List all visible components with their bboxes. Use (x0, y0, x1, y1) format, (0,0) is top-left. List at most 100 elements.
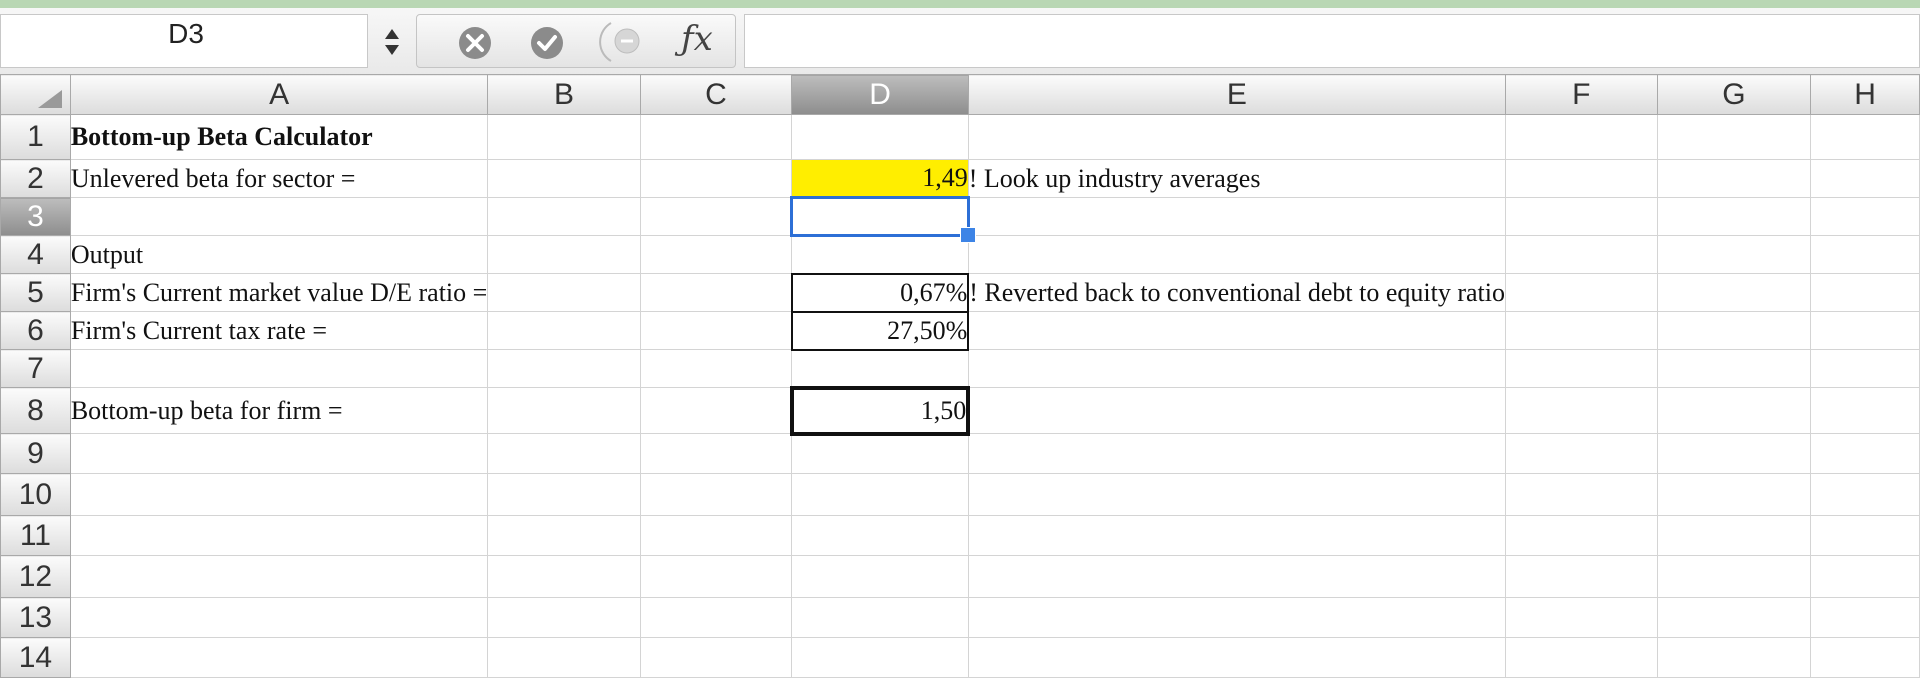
cell-g11[interactable] (1656, 515, 1812, 556)
cell-a13[interactable] (69, 597, 489, 638)
cell-f7[interactable] (1504, 349, 1658, 388)
cell-d4[interactable] (791, 235, 969, 274)
cell-e6[interactable] (967, 311, 1506, 350)
stepper-icon[interactable] (370, 16, 414, 68)
cell-c12[interactable] (639, 555, 793, 598)
cell-g9[interactable] (1656, 433, 1812, 474)
cell-f9[interactable] (1504, 433, 1658, 474)
cell-b13[interactable] (487, 597, 641, 638)
cell-e13[interactable] (967, 597, 1506, 638)
cell-c2[interactable] (639, 159, 793, 198)
row-header[interactable]: 10 (0, 473, 71, 516)
cell-b14[interactable] (487, 637, 641, 678)
cell-h4[interactable] (1810, 235, 1920, 274)
cell-h5[interactable] (1810, 273, 1920, 312)
select-all-corner[interactable] (0, 74, 71, 115)
cell-d10[interactable] (791, 473, 969, 516)
row-header[interactable]: 3 (0, 197, 71, 236)
cell-g13[interactable] (1656, 597, 1812, 638)
cell-e14[interactable] (967, 637, 1506, 678)
cell-f3[interactable] (1504, 197, 1658, 236)
cell-c4[interactable] (639, 235, 793, 274)
cell-c10[interactable] (639, 473, 793, 516)
cell-g6[interactable] (1656, 311, 1812, 350)
cell-b2[interactable] (487, 159, 641, 198)
cell-c9[interactable] (639, 433, 793, 474)
cell-g1[interactable] (1656, 114, 1812, 160)
cell-g12[interactable] (1656, 555, 1812, 598)
row-header[interactable]: 9 (0, 433, 71, 474)
cell-a12[interactable] (69, 555, 489, 598)
cell-a7[interactable] (69, 349, 489, 388)
cell-d13[interactable] (791, 597, 969, 638)
cell-h1[interactable] (1810, 114, 1920, 160)
cell-c3[interactable] (639, 197, 793, 236)
column-header-h[interactable]: H (1810, 74, 1920, 115)
cell-a2[interactable]: Unlevered beta for sector = (69, 159, 489, 198)
cell-g8[interactable] (1656, 387, 1812, 434)
cell-h3[interactable] (1810, 197, 1920, 236)
cell-d12[interactable] (791, 555, 969, 598)
cell-d6-tax-rate[interactable]: 27,50% (790, 310, 970, 351)
cell-b9[interactable] (487, 433, 641, 474)
cell-d9[interactable] (791, 433, 969, 474)
cell-f12[interactable] (1504, 555, 1658, 598)
cell-g14[interactable] (1656, 637, 1812, 678)
cell-e1[interactable] (967, 114, 1506, 160)
cell-c8[interactable] (639, 387, 793, 434)
row-header[interactable]: 4 (0, 235, 71, 274)
cell-f13[interactable] (1504, 597, 1658, 638)
cell-e8[interactable] (967, 387, 1506, 434)
cell-g5[interactable] (1656, 273, 1812, 312)
formula-input[interactable] (744, 14, 1920, 68)
cell-b1[interactable] (487, 114, 641, 160)
cell-h2[interactable] (1810, 159, 1920, 198)
row-header[interactable]: 11 (0, 515, 71, 556)
column-header-a[interactable]: A (69, 74, 489, 115)
confirm-icon[interactable] (529, 25, 565, 66)
function-icon[interactable]: ƒx (681, 19, 713, 59)
cell-h12[interactable] (1810, 555, 1920, 598)
cell-e2-note[interactable]: ! Look up industry averages (967, 159, 1506, 198)
cancel-icon[interactable] (457, 25, 493, 66)
cell-e4[interactable] (967, 235, 1506, 274)
cell-d7[interactable] (791, 349, 969, 388)
cell-b3[interactable] (487, 197, 641, 236)
cell-e5-note[interactable]: ! Reverted back to conventional debt to … (967, 273, 1506, 312)
row-header[interactable]: 2 (0, 159, 71, 198)
cell-a5[interactable]: Firm's Current market value D/E ratio = (69, 273, 489, 312)
cell-b8[interactable] (487, 387, 641, 434)
cell-d14[interactable] (791, 637, 969, 678)
cell-c14[interactable] (639, 637, 793, 678)
column-header-f[interactable]: F (1504, 74, 1658, 115)
cell-h10[interactable] (1810, 473, 1920, 516)
cell-g3[interactable] (1656, 197, 1812, 236)
cell-h11[interactable] (1810, 515, 1920, 556)
cell-f6[interactable] (1504, 311, 1658, 350)
cell-h14[interactable] (1810, 637, 1920, 678)
row-header[interactable]: 7 (0, 349, 71, 388)
cell-f1[interactable] (1504, 114, 1658, 160)
cell-c7[interactable] (639, 349, 793, 388)
row-header[interactable]: 14 (0, 637, 71, 678)
cell-b11[interactable] (487, 515, 641, 556)
row-header[interactable]: 12 (0, 555, 71, 598)
cell-c1[interactable] (639, 114, 793, 160)
cell-f4[interactable] (1504, 235, 1658, 274)
cell-a9[interactable] (69, 433, 489, 474)
cell-c6[interactable] (639, 311, 793, 350)
column-header-b[interactable]: B (487, 74, 641, 115)
cell-b12[interactable] (487, 555, 641, 598)
cell-a4[interactable]: Output (69, 235, 489, 274)
cell-e7[interactable] (967, 349, 1506, 388)
cell-a10[interactable] (69, 473, 489, 516)
cell-e9[interactable] (967, 433, 1506, 474)
cell-d8-bottom-up-beta[interactable]: 1,50 (789, 385, 971, 436)
row-header[interactable]: 8 (0, 387, 71, 434)
cell-f10[interactable] (1504, 473, 1658, 516)
cell-h6[interactable] (1810, 311, 1920, 350)
cell-h9[interactable] (1810, 433, 1920, 474)
cell-a1[interactable]: Bottom-up Beta Calculator (69, 114, 489, 160)
cell-g10[interactable] (1656, 473, 1812, 516)
cell-f5[interactable] (1504, 273, 1658, 312)
